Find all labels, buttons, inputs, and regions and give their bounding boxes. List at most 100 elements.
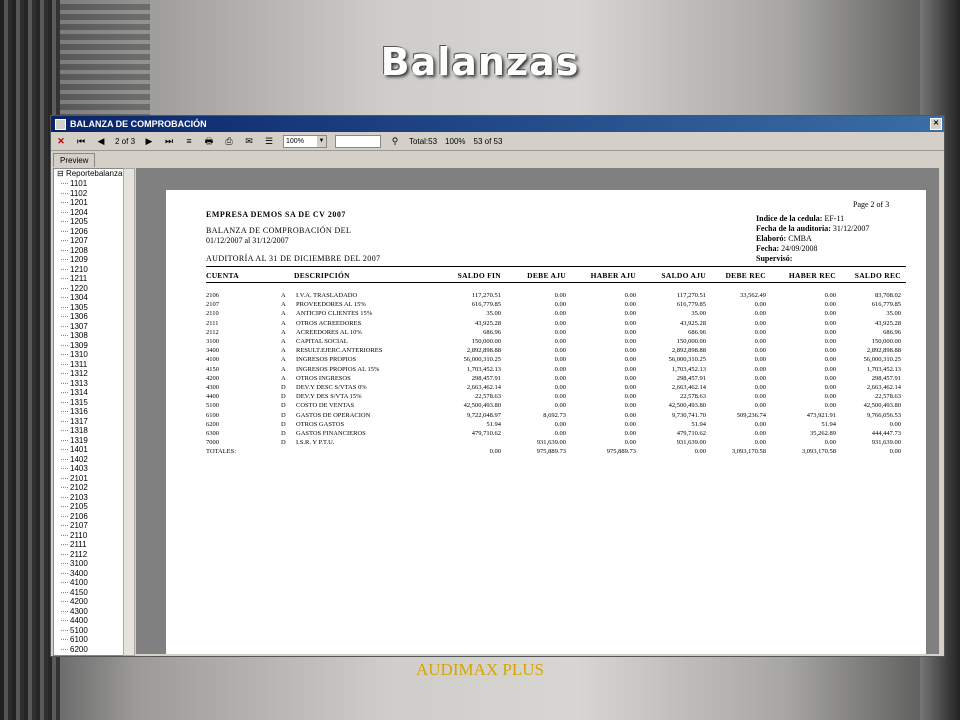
table-cell: 42,500,493.80 (463, 402, 501, 410)
print-setup-icon[interactable]: ⎙ (223, 135, 235, 147)
table-cell: 0.00 (754, 338, 766, 345)
table-cell: 150,000.00 (471, 338, 501, 345)
tree-item[interactable]: 2110 (54, 531, 124, 541)
tree-root[interactable]: ⊟ Reportebalanza (54, 169, 124, 179)
table-cell: D (281, 393, 286, 401)
tree-item[interactable]: 1311 (54, 360, 124, 370)
tree-item[interactable]: 1315 (54, 398, 124, 408)
table-cell: 2112 (206, 328, 219, 336)
tree-item[interactable]: 2106 (54, 512, 124, 522)
goto-page-icon[interactable]: ≡ (183, 135, 195, 147)
table-cell: 0.00 (554, 430, 566, 437)
table-cell: 0.00 (824, 347, 836, 355)
table-cell: 3,093,170.58 (801, 448, 836, 456)
zoom-select[interactable]: 100% (283, 134, 328, 148)
table-cell: D (281, 411, 286, 419)
tree-item[interactable]: 1310 (54, 350, 124, 360)
tree-item[interactable]: 1220 (54, 284, 124, 294)
tree-scrollbar[interactable] (123, 168, 135, 656)
tree-item[interactable]: 1209 (54, 255, 124, 265)
table-cell: 0.00 (754, 347, 766, 355)
tree-item[interactable]: 1101 (54, 179, 124, 189)
table-cell: A (281, 338, 286, 345)
column-header: DEBE REC (725, 271, 766, 280)
tree-item[interactable]: 5100 (54, 626, 124, 636)
tree-item[interactable]: 1211 (54, 274, 124, 284)
table-cell: 0.00 (824, 374, 836, 382)
tree-item[interactable]: 4400 (54, 616, 124, 626)
table-cell: 35.00 (486, 310, 501, 318)
print-icon[interactable]: 🖶 (203, 135, 215, 147)
table-cell: OTROS ACREEDORES (296, 319, 362, 327)
tree-item[interactable]: 1307 (54, 322, 124, 332)
tree-item[interactable]: 1313 (54, 379, 124, 389)
tree-item[interactable]: 1316 (54, 407, 124, 417)
tree-item[interactable]: 6200 (54, 645, 124, 655)
table-cell: 2106 (206, 292, 219, 299)
search-binoculars-icon[interactable]: ⚲ (389, 135, 401, 147)
table-cell: 298,457.91 (871, 374, 901, 382)
tree-item[interactable]: 1206 (54, 227, 124, 237)
group-tree-icon[interactable]: ☰ (263, 135, 275, 147)
tab-preview[interactable]: Preview (53, 153, 96, 167)
tree-item[interactable]: 1304 (54, 293, 124, 303)
tree-item[interactable]: 1401 (54, 445, 124, 455)
next-page-icon[interactable]: ▶ (143, 135, 155, 147)
tree-item[interactable]: 3400 (54, 569, 124, 579)
tree-item[interactable]: 1314 (54, 388, 124, 398)
tree-item[interactable]: 2101 (54, 474, 124, 484)
tree-item[interactable]: 2112 (54, 550, 124, 560)
tree-item[interactable]: 2111 (54, 540, 124, 550)
tree-item[interactable]: 1210 (54, 265, 124, 275)
table-cell: 0.00 (824, 338, 836, 345)
tree-item[interactable]: 1306 (54, 312, 124, 322)
table-cell: 931,639.00 (676, 439, 706, 447)
company-name: EMPRESA DEMOS SA DE CV 2007 (206, 210, 346, 219)
table-cell: GASTOS FINANCIEROS (296, 430, 366, 437)
tree-item[interactable]: 2103 (54, 493, 124, 503)
table-cell: 0.00 (554, 338, 566, 345)
tree-item[interactable]: 2105 (54, 502, 124, 512)
tree-item[interactable]: 4200 (54, 597, 124, 607)
tree-item[interactable]: 1102 (54, 189, 124, 199)
tree-item[interactable]: 3100 (54, 559, 124, 569)
tree-item[interactable]: 1402 (54, 455, 124, 465)
search-text-input[interactable] (335, 134, 382, 148)
tree-item[interactable]: 2102 (54, 483, 124, 493)
window-title: BALANZA DE COMPROBACIÓN (70, 119, 207, 129)
prev-page-icon[interactable]: ◀ (95, 135, 107, 147)
table-cell: 0.00 (624, 374, 636, 382)
close-icon[interactable]: ✕ (55, 135, 67, 147)
tree-item[interactable]: 1319 (54, 436, 124, 446)
tree-item[interactable]: 1309 (54, 341, 124, 351)
table-cell: 2107 (206, 301, 219, 309)
tree-item[interactable]: 1207 (54, 236, 124, 246)
tree-item[interactable]: 1305 (54, 303, 124, 313)
tree-item[interactable]: 2107 (54, 521, 124, 531)
tree-item[interactable]: 1317 (54, 417, 124, 427)
last-page-icon[interactable]: ⏭ (163, 135, 175, 147)
tree-item[interactable]: 1201 (54, 198, 124, 208)
table-row: 4100 A INGRESOS PROPIOS 56,000,310.25 0.00 0.… (166, 356, 926, 365)
tree-item[interactable]: 1318 (54, 426, 124, 436)
tree-item[interactable]: 1204 (54, 208, 124, 218)
indice-value: EF-11 (824, 214, 845, 223)
table-cell: RESULT.EJERC.ANTERIORES (296, 347, 383, 355)
tree-item[interactable]: 1403 (54, 464, 124, 474)
elaboro-label: Elaboró: (756, 234, 787, 243)
tree-item[interactable]: 1205 (54, 217, 124, 227)
tree-item[interactable]: 1208 (54, 246, 124, 256)
tree-item[interactable]: 4100 (54, 578, 124, 588)
table-cell: 35,262.89 (810, 430, 836, 437)
export-icon[interactable]: ✉ (243, 135, 255, 147)
table-row: 3100 A CAPITAL SOCIAL 150,000.00 0.00 0.00 150… (166, 338, 926, 347)
close-window-button[interactable]: ✕ (930, 118, 942, 130)
tree-item[interactable]: 4300 (54, 607, 124, 617)
tree-item[interactable]: 1308 (54, 331, 124, 341)
tab-bar: Preview (51, 151, 944, 167)
first-page-icon[interactable]: ⏮ (75, 135, 87, 147)
tree-item[interactable]: 1312 (54, 369, 124, 379)
tree-item[interactable]: 4150 (54, 588, 124, 598)
tree-item[interactable]: 6100 (54, 635, 124, 645)
table-cell: 0.00 (824, 365, 836, 373)
